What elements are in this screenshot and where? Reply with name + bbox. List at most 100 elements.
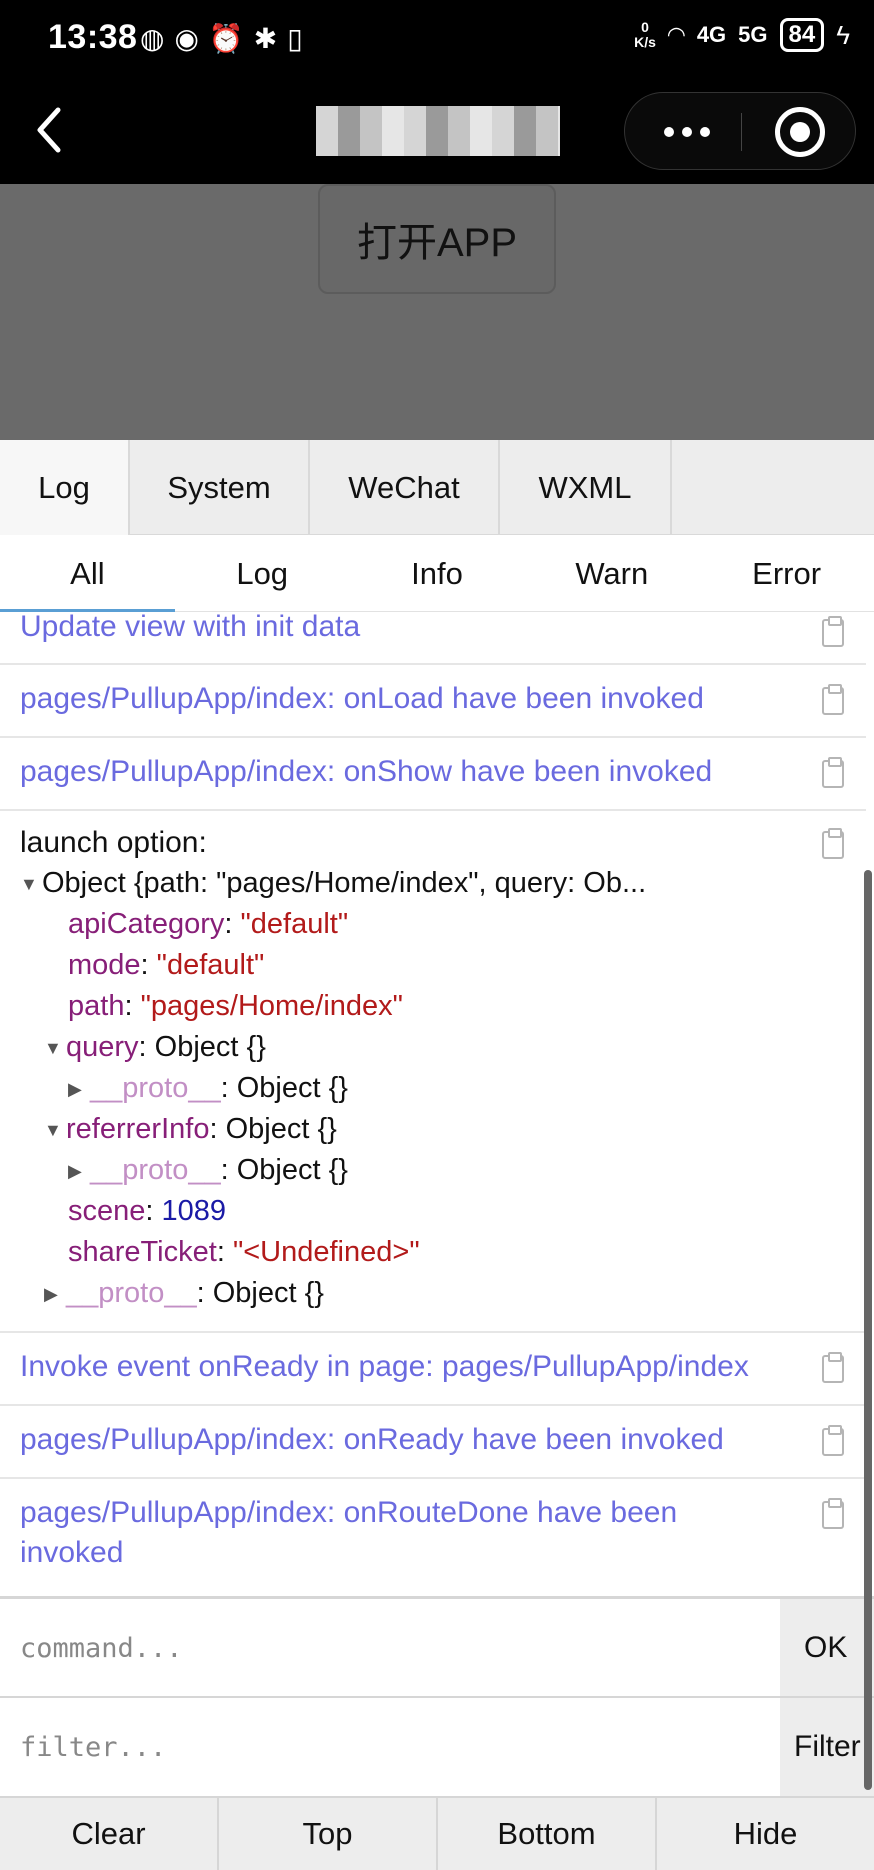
log-text: pages/PullupApp/index: onShow have been … — [20, 755, 713, 788]
log-row: pages/PullupApp/index: onShow have been … — [0, 738, 866, 811]
tree-node: shareTicket: "<Undefined>" — [68, 1236, 420, 1268]
log-row: pages/PullupApp/index: onLoad have been … — [0, 665, 866, 738]
tree-key: __proto__ — [66, 1277, 197, 1309]
log-row-launch-option: launch option: ▼ Object {path: "pages/Hom… — [0, 811, 866, 1333]
tree-value: Object {} — [212, 1277, 324, 1309]
log-row: pages/PullupApp/index: onReady have been… — [0, 1406, 866, 1479]
tab-wechat[interactable]: WeChat — [310, 440, 500, 535]
tree-value: Object {} — [236, 1154, 348, 1186]
status-notification-icons: ◍ ◉ ⏰ ✱ ▯ — [140, 22, 303, 55]
log-text-continued: invoked — [20, 1536, 124, 1569]
open-app-button[interactable]: 打开APP — [318, 184, 556, 294]
mini-program-capsule — [624, 92, 856, 170]
filter-button[interactable]: Filter — [780, 1698, 874, 1796]
eye-icon: ◉ — [174, 23, 199, 54]
signal-4g: 4G — [696, 22, 727, 47]
charging-icon: ϟ — [836, 19, 850, 50]
tree-key: apiCategory — [68, 908, 225, 940]
tree-key: referrerInfo — [66, 1113, 210, 1145]
tree-value: Object {} — [225, 1113, 337, 1145]
top-button[interactable]: Top — [219, 1798, 438, 1870]
log-list: Update view with init data pages/PullupA… — [0, 613, 874, 1643]
tree-node: apiCategory: "default" — [68, 908, 349, 940]
battery-indicator: 84 — [779, 18, 825, 52]
tree-root[interactable]: ▼ Object {path: "pages/Home/index", query… — [20, 863, 646, 904]
tree-value: 1089 — [161, 1195, 227, 1227]
command-row: OK — [0, 1596, 874, 1696]
ok-button[interactable]: OK — [780, 1599, 874, 1696]
hide-button[interactable]: Hide — [657, 1798, 874, 1870]
log-level-tabs: All Log Info Warn Error — [0, 536, 874, 612]
caret-down-icon[interactable]: ▼ — [20, 864, 42, 905]
tree-key: query — [66, 1031, 139, 1063]
subtab-log[interactable]: Log — [175, 536, 350, 611]
caret-right-icon[interactable]: ▶ — [68, 1069, 90, 1110]
page-content: 打开APP — [0, 184, 874, 440]
clear-button[interactable]: Clear — [0, 1798, 219, 1870]
tree-node-query[interactable]: ▼ query: Object {} — [20, 1027, 646, 1068]
status-time: 13:38 — [48, 18, 138, 56]
tree-key: mode — [68, 949, 141, 981]
page-title-redacted — [316, 106, 560, 156]
tree-node-referrer[interactable]: ▼ referrerInfo: Object {} — [20, 1109, 646, 1150]
tree-value: Object {} — [236, 1072, 348, 1104]
log-row: Invoke event onReady in page: pages/Pull… — [0, 1333, 866, 1406]
caret-right-icon[interactable]: ▶ — [44, 1274, 66, 1315]
bottom-button[interactable]: Bottom — [438, 1798, 657, 1870]
net-speed-value: 0 — [641, 19, 649, 35]
tree-node-proto[interactable]: ▶ __proto__: Object {} — [20, 1068, 646, 1109]
caret-down-icon[interactable]: ▼ — [44, 1028, 66, 1069]
subtab-all[interactable]: All — [0, 536, 175, 612]
hd-call-icon: ◍ — [140, 23, 165, 54]
copy-icon[interactable] — [822, 1352, 844, 1383]
tree-key: __proto__ — [90, 1154, 221, 1186]
tree-value: "pages/Home/index" — [140, 990, 403, 1022]
tree-value: "default" — [156, 949, 265, 981]
tree-node-proto[interactable]: ▶ __proto__: Object {} — [20, 1150, 646, 1191]
tree-value: Object {} — [154, 1031, 266, 1063]
more-dots-icon[interactable] — [657, 113, 717, 151]
tab-system[interactable]: System — [130, 440, 310, 535]
filter-input[interactable] — [20, 1722, 760, 1772]
status-right-group: 0 K/s ◠ 4G 5G 84 ϟ — [634, 18, 850, 52]
net-speed-unit: K/s — [634, 34, 656, 50]
log-text: launch option: — [20, 826, 207, 859]
log-row: pages/PullupApp/index: onRouteDone have … — [0, 1479, 866, 1591]
tree-node-proto[interactable]: ▶ __proto__: Object {} — [20, 1273, 646, 1314]
console-tabs: Log System WeChat WXML — [0, 440, 874, 535]
tab-log[interactable]: Log — [0, 440, 130, 535]
log-text: Invoke event onReady in page: pages/Pull… — [20, 1350, 749, 1383]
tree-value: "default" — [240, 908, 349, 940]
copy-icon[interactable] — [822, 828, 844, 859]
copy-icon[interactable] — [822, 757, 844, 788]
subtab-error[interactable]: Error — [699, 536, 874, 611]
log-row: Update view with init data — [0, 613, 866, 665]
log-text: pages/PullupApp/index: onLoad have been … — [20, 682, 704, 715]
log-text: Update view with init data — [20, 613, 361, 643]
command-input[interactable] — [20, 1623, 760, 1673]
tree-key: __proto__ — [90, 1072, 221, 1104]
tab-wxml[interactable]: WXML — [500, 440, 672, 535]
capsule-divider — [741, 113, 742, 151]
copy-icon[interactable] — [822, 616, 844, 647]
copy-icon[interactable] — [822, 1425, 844, 1456]
caret-down-icon[interactable]: ▼ — [44, 1110, 66, 1151]
tree-key: scene — [68, 1195, 146, 1227]
net-speed: 0 K/s — [634, 20, 656, 50]
alarm-icon: ⏰ — [208, 23, 244, 54]
status-bar: 13:38 ◍ ◉ ⏰ ✱ ▯ 0 K/s ◠ 4G 5G 84 ϟ — [0, 0, 874, 78]
tree-node: scene: 1089 — [68, 1195, 227, 1227]
caret-right-icon[interactable]: ▶ — [68, 1151, 90, 1192]
copy-icon[interactable] — [822, 1498, 844, 1529]
bluetooth-icon: ✱ — [253, 23, 278, 54]
chevron-left-icon[interactable] — [30, 102, 70, 158]
subtab-warn[interactable]: Warn — [524, 536, 699, 611]
vconsole-panel: Log System WeChat WXML All Log Info Warn… — [0, 440, 874, 1870]
filter-row: Filter — [0, 1696, 874, 1796]
console-toolbar: Clear Top Bottom Hide — [0, 1796, 874, 1870]
log-text: pages/PullupApp/index: onReady have been… — [20, 1423, 724, 1456]
subtab-info[interactable]: Info — [350, 536, 525, 611]
log-scrollbar[interactable] — [864, 870, 872, 1790]
target-circle-icon[interactable] — [775, 107, 825, 157]
copy-icon[interactable] — [822, 684, 844, 715]
